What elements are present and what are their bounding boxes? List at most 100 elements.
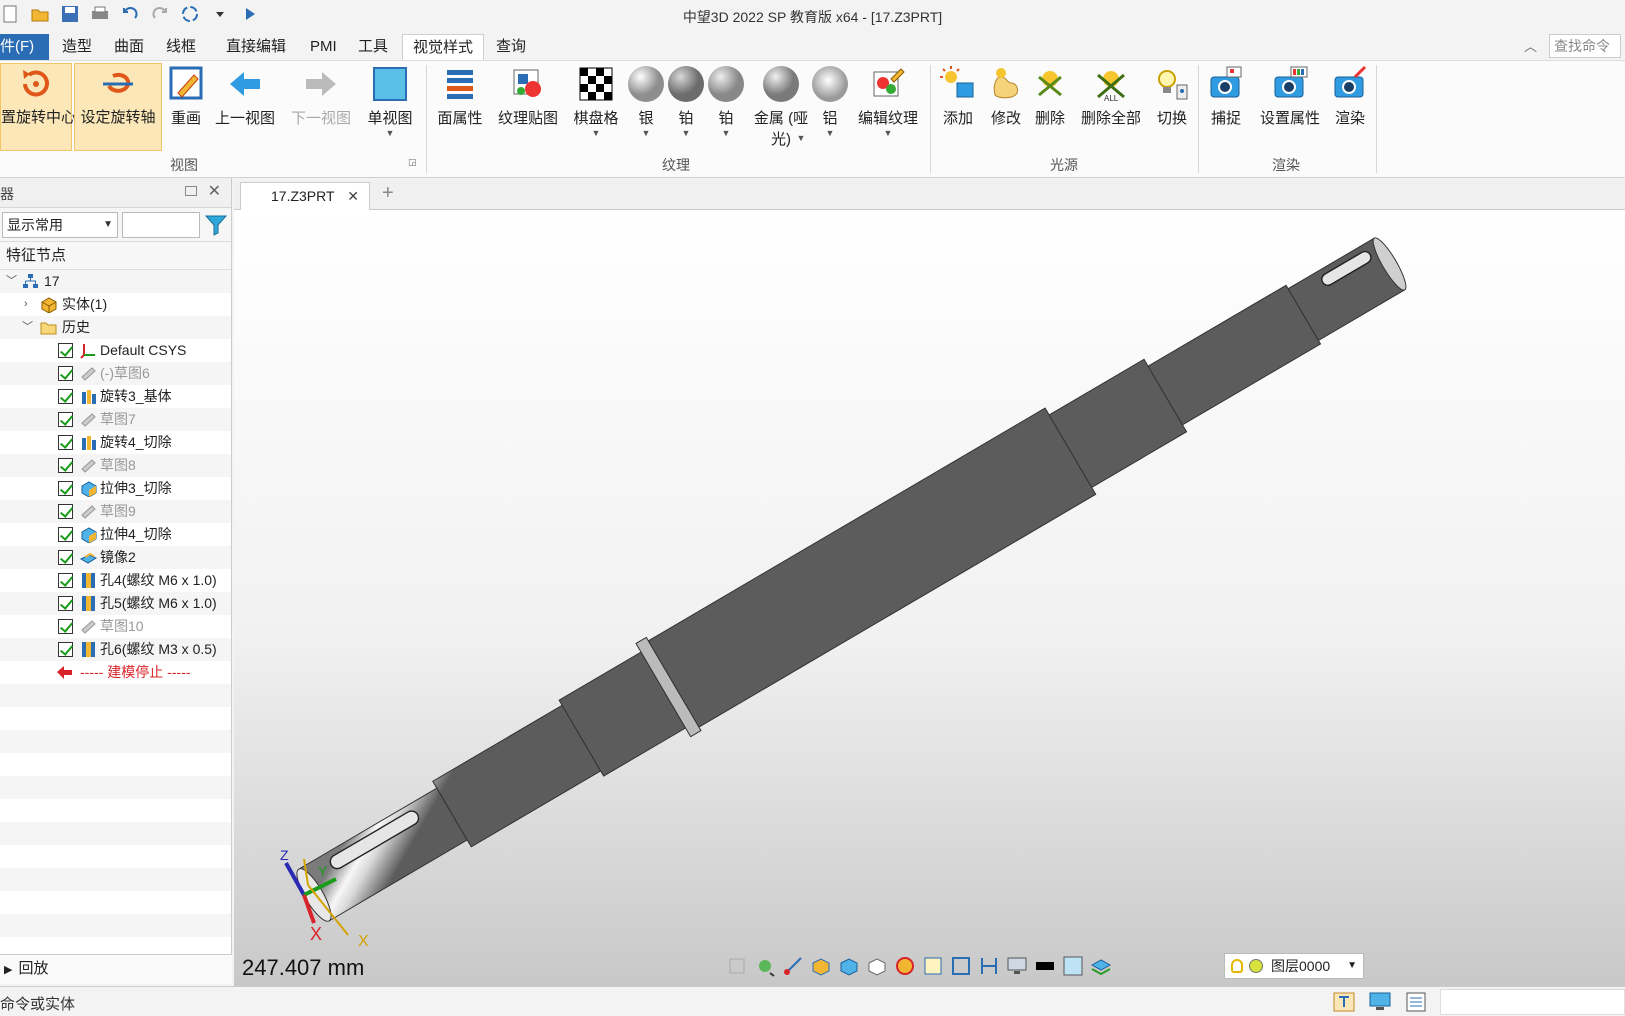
tree-node-revolve[interactable]: 旋转3_基体 — [0, 385, 231, 408]
shaft-model[interactable]: Z Y X X — [234, 210, 1625, 986]
visibility-checkbox[interactable] — [58, 642, 73, 657]
zoom-all-icon[interactable] — [950, 955, 972, 977]
delete-light-button[interactable]: 删除 — [1030, 65, 1070, 128]
dialog-launcher-icon[interactable]: ◲ — [408, 157, 417, 168]
visibility-checkbox[interactable] — [58, 458, 73, 473]
tree-node-root[interactable]: ﹀ 17 — [0, 270, 231, 293]
expand-arrow-icon[interactable]: › — [24, 293, 28, 316]
visibility-checkbox[interactable] — [58, 481, 73, 496]
visibility-checkbox[interactable] — [58, 550, 73, 565]
visibility-checkbox[interactable] — [58, 343, 73, 358]
tree-node-revolve-cut[interactable]: 旋转4_切除 — [0, 431, 231, 454]
tab-pmi[interactable]: PMI — [300, 34, 347, 60]
output-window-icon[interactable] — [1404, 991, 1428, 1013]
face-attributes-button[interactable]: 面属性 — [436, 65, 484, 128]
tree-node-sketch[interactable]: 草图10 — [0, 615, 231, 638]
playback-section[interactable]: ▶ 回放 — [0, 954, 232, 984]
monitor-icon[interactable] — [1006, 955, 1028, 977]
checkerboard-button[interactable]: 棋盘格 ▼ — [572, 65, 620, 138]
visibility-checkbox[interactable] — [58, 366, 73, 381]
next-view-button[interactable]: 下一视图 — [290, 65, 352, 128]
tab-modeling[interactable]: 造型 — [52, 34, 102, 60]
collapse-ribbon-icon[interactable]: ︿ — [1524, 36, 1537, 55]
restore-panel-icon[interactable] — [185, 186, 197, 196]
edit-texture-button[interactable]: 编辑纹理 ▼ — [856, 65, 920, 138]
tab-visual-style[interactable]: 视觉样式 — [402, 34, 485, 60]
tree-node-history[interactable]: ﹀ 历史 — [0, 316, 231, 339]
tree-node-sketch[interactable]: (-)草图6 — [0, 362, 231, 385]
visibility-checkbox[interactable] — [58, 619, 73, 634]
tab-file[interactable]: 件(F) — [0, 34, 49, 60]
dropdown-arrow-icon[interactable]: ▼ — [810, 128, 850, 138]
dropdown-arrow-icon[interactable]: ▼ — [366, 128, 414, 138]
platinum-material-button[interactable]: 铂 ▼ — [666, 65, 706, 138]
modify-light-button[interactable]: 修改 — [986, 65, 1026, 128]
view-cube-icon[interactable] — [866, 955, 888, 977]
display-mode-icon[interactable] — [894, 955, 916, 977]
dropdown-arrow-icon[interactable]: ▼ — [626, 128, 666, 138]
capture-button[interactable]: 捕捉 — [1206, 65, 1246, 128]
layer-select[interactable]: 图层0000 ▼ — [1224, 953, 1364, 979]
redraw-button[interactable]: 重画 — [168, 65, 204, 128]
dropdown-arrow-icon[interactable]: ▼ — [706, 128, 746, 138]
tree-node-solid[interactable]: › 实体(1) — [0, 293, 231, 316]
silver-material-button[interactable]: 银 ▼ — [626, 65, 666, 138]
dropdown-arrow-icon[interactable]: ▼ — [856, 128, 920, 138]
document-tab[interactable]: 17.Z3PRT ✕ — [240, 182, 370, 210]
tree-node-extrude-cut[interactable]: 拉伸3_切除 — [0, 477, 231, 500]
tab-query[interactable]: 查询 — [486, 34, 536, 60]
tree-node-hole[interactable]: 孔5(螺纹 M6 x 1.0) — [0, 592, 231, 615]
tree-node-modeling-stop[interactable]: ----- 建模停止 ----- — [0, 661, 231, 684]
display-filter-select[interactable]: 显示常用 ▼ — [2, 212, 118, 238]
layers-icon[interactable] — [1090, 955, 1112, 977]
visibility-checkbox[interactable] — [58, 389, 73, 404]
filter-input[interactable] — [122, 212, 200, 238]
collapse-arrow-icon[interactable]: ﹀ — [6, 270, 17, 293]
new-tab-icon[interactable]: + — [382, 182, 394, 205]
single-view-button[interactable]: 单视图 ▼ — [366, 65, 414, 138]
tree-node-csys[interactable]: Default CSYS — [0, 339, 231, 362]
previous-view-button[interactable]: 上一视图 — [214, 65, 276, 128]
visibility-checkbox[interactable] — [58, 527, 73, 542]
close-panel-icon[interactable]: ✕ — [208, 181, 221, 201]
aluminum-material-button[interactable]: 铝 ▼ — [810, 65, 850, 138]
tab-direct-edit[interactable]: 直接编辑 — [216, 34, 296, 60]
display-toggle-icon[interactable] — [1368, 991, 1392, 1013]
render-button[interactable]: 渲染 — [1330, 65, 1370, 128]
command-search-input[interactable]: 查找命令 — [1549, 34, 1621, 58]
render-settings-button[interactable]: 设置属性 — [1258, 65, 1322, 128]
tree-node-sketch[interactable]: 草图8 — [0, 454, 231, 477]
visibility-checkbox[interactable] — [58, 596, 73, 611]
color-black-swatch-icon[interactable] — [1034, 955, 1056, 977]
dropdown-arrow-icon[interactable]: ▼ — [572, 128, 620, 138]
shaded-edges-icon[interactable] — [810, 955, 832, 977]
delete-all-lights-button[interactable]: ALL 删除全部 — [1078, 65, 1144, 128]
close-tab-icon[interactable]: ✕ — [347, 183, 359, 209]
tab-wireframe[interactable]: 线框 — [156, 34, 206, 60]
tree-view-toggle-icon[interactable] — [1332, 991, 1356, 1013]
toggle-light-button[interactable]: 切换 — [1152, 65, 1192, 128]
visibility-checkbox[interactable] — [58, 504, 73, 519]
add-light-button[interactable]: 添加 — [938, 65, 978, 128]
tree-node-mirror[interactable]: 镜像2 — [0, 546, 231, 569]
tree-node-sketch[interactable]: 草图9 — [0, 500, 231, 523]
section-view-icon[interactable] — [922, 955, 944, 977]
tree-node-hole[interactable]: 孔4(螺纹 M6 x 1.0) — [0, 569, 231, 592]
tab-surface[interactable]: 曲面 — [104, 34, 154, 60]
visibility-checkbox[interactable] — [58, 412, 73, 427]
select-filter-icon[interactable] — [726, 955, 748, 977]
measure-icon[interactable] — [782, 955, 804, 977]
matte-metal-dropdown[interactable]: ▼ — [794, 133, 808, 143]
3d-viewport[interactable]: Z Y X X 247.407 mm 图层0000 ▼ — [234, 210, 1625, 986]
tree-node-extrude-cut[interactable]: 拉伸4_切除 — [0, 523, 231, 546]
color-blue-swatch-icon[interactable] — [1062, 955, 1084, 977]
pick-icon[interactable] — [754, 955, 776, 977]
align-view-icon[interactable] — [978, 955, 1000, 977]
texture-map-button[interactable]: 纹理贴图 — [496, 65, 560, 128]
set-rotation-axis-button[interactable]: 设定旋转轴 — [74, 63, 162, 151]
status-input[interactable] — [1440, 989, 1625, 1015]
visibility-checkbox[interactable] — [58, 573, 73, 588]
visibility-checkbox[interactable] — [58, 435, 73, 450]
tree-node-hole[interactable]: 孔6(螺纹 M3 x 0.5) — [0, 638, 231, 661]
shaded-icon[interactable] — [838, 955, 860, 977]
